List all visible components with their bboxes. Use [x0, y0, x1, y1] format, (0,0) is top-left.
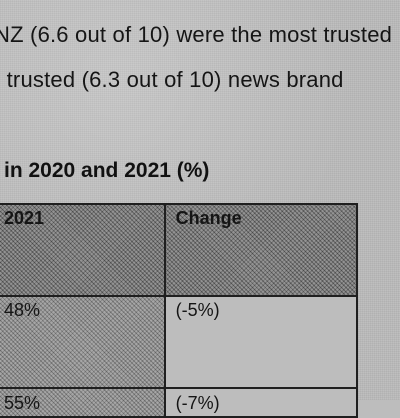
header-label-change: Change [175, 208, 242, 228]
table-value-change: (-5%) [175, 300, 220, 320]
table-heading: in 2020 and 2021 (%) [4, 159, 210, 182]
table-header-change: Change [163, 203, 359, 297]
header-label-2021: 2021 [4, 208, 45, 228]
document-text-line-2: t trusted (6.3 out of 10) news brand [0, 67, 344, 92]
document-text-line-1: NZ (6.6 out of 10) were the most trusted [0, 22, 393, 47]
table-value-change: (-7%) [175, 393, 220, 413]
table-value-2021: 48% [4, 300, 41, 320]
trust-comparison-table: 2021 Change 48% (-5%) 55% (-7%) [0, 203, 359, 418]
table-header-row: 2021 Change [0, 203, 359, 297]
table-header-2021: 2021 [0, 203, 166, 297]
table-row: 48% (-5%) [0, 295, 359, 389]
table-cell-change: (-5%) [163, 295, 359, 389]
table-cell-change: (-7%) [163, 387, 359, 418]
table-cell-2021: 48% [0, 295, 166, 389]
table-cell-2021: 55% [0, 387, 166, 418]
table-value-2021: 55% [4, 393, 41, 413]
table-row: 55% (-7%) [0, 387, 359, 418]
